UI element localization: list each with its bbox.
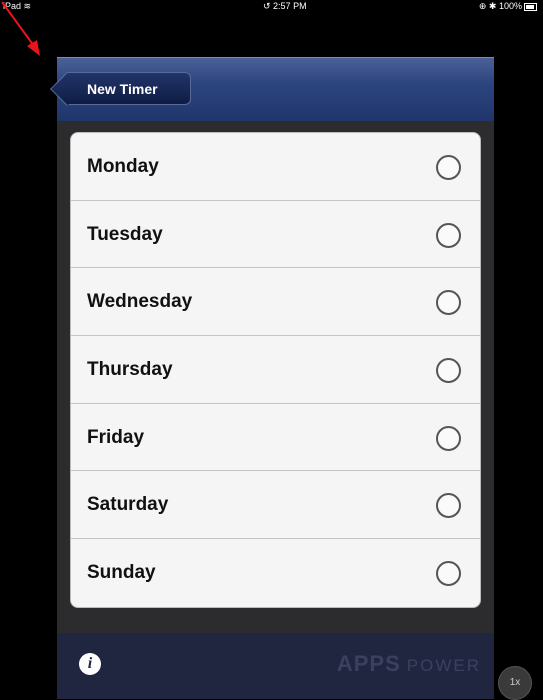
- annotation-arrow-icon: [1, 1, 40, 56]
- list-item-wednesday[interactable]: Wednesday: [71, 268, 480, 337]
- status-time: ↺ 2:57 PM: [263, 1, 307, 11]
- day-label: Saturday: [87, 494, 169, 516]
- app-window: New Timer Monday Tuesday Wednesday Thurs…: [57, 57, 494, 699]
- day-label: Friday: [87, 426, 145, 448]
- list-item-saturday[interactable]: Saturday: [71, 471, 480, 540]
- radio-button[interactable]: [436, 290, 461, 316]
- radio-button[interactable]: [436, 561, 461, 587]
- back-button[interactable]: New Timer: [67, 72, 191, 105]
- status-right: ⊕ ✱ 100%: [479, 0, 537, 12]
- list-item-tuesday[interactable]: Tuesday: [71, 201, 480, 269]
- day-label: Monday: [87, 156, 159, 177]
- navigation-bar: New Timer: [57, 57, 494, 121]
- battery-icon: [524, 2, 537, 11]
- list-item-friday[interactable]: Friday: [71, 404, 480, 472]
- list-item-monday[interactable]: Monday: [71, 133, 480, 201]
- day-label: Sunday: [87, 562, 156, 584]
- info-icon[interactable]: i: [79, 653, 101, 675]
- radio-button[interactable]: [436, 358, 461, 384]
- radio-button[interactable]: [436, 425, 461, 451]
- brand-logo: APPS POWER: [336, 651, 481, 676]
- footer-bar: i APPS POWER: [57, 633, 494, 699]
- list-item-sunday[interactable]: Sunday: [71, 539, 480, 607]
- day-label: Tuesday: [87, 223, 163, 245]
- back-button-label: New Timer: [87, 81, 158, 97]
- day-label: Wednesday: [87, 291, 193, 313]
- list-item-thursday[interactable]: Thursday: [71, 336, 480, 404]
- day-list: Monday Tuesday Wednesday Thursday Friday…: [70, 132, 481, 608]
- radio-button[interactable]: [436, 155, 461, 180]
- zoom-button[interactable]: 1x: [498, 666, 532, 700]
- day-label: Thursday: [87, 359, 173, 381]
- status-bar: iPad ≋ ↺ 2:57 PM ⊕ ✱ 100%: [0, 0, 543, 12]
- radio-button[interactable]: [436, 222, 461, 248]
- radio-button[interactable]: [436, 493, 461, 519]
